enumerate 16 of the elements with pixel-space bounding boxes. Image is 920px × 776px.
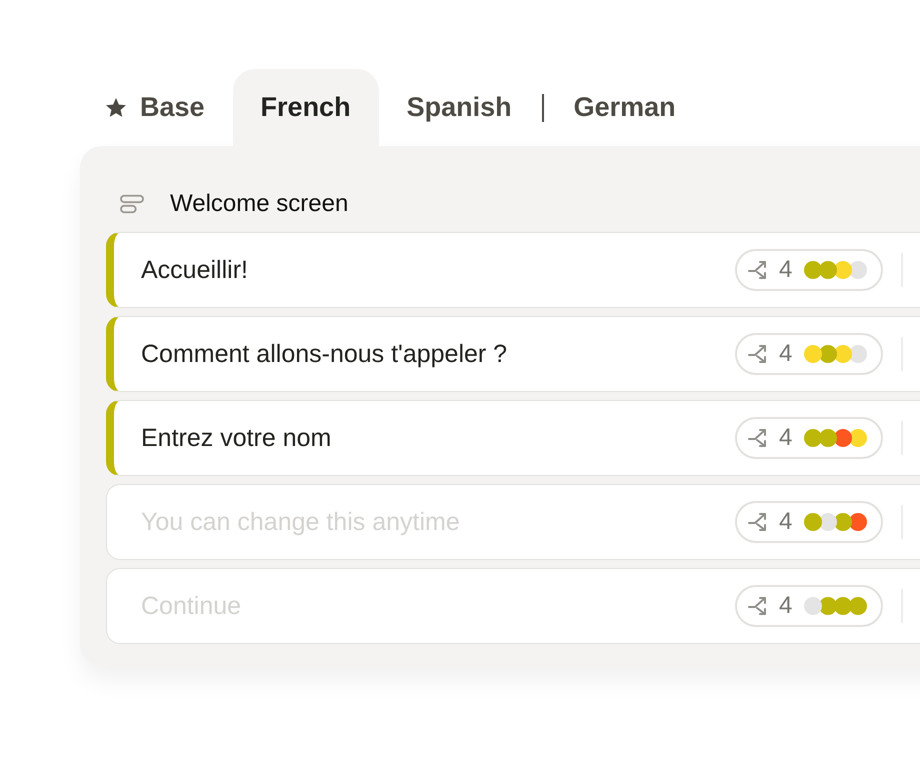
string-row[interactable]: Accueillir! 4 [106,232,920,308]
row-text: Comment allons-nous t'appeler ? [141,340,508,368]
variant-badge[interactable]: 4 [735,249,883,291]
variant-badge[interactable]: 4 [735,585,883,627]
section-title: Welcome screen [170,190,348,218]
variant-badge[interactable]: 4 [735,417,883,459]
language-tab[interactable]: German [546,69,704,146]
language-tab[interactable]: Spanish [378,69,540,146]
row-text: Accueillir! [141,256,249,284]
language-tab[interactable]: French [232,69,379,146]
string-row[interactable]: Entrez votre nom 4 [106,400,920,476]
string-row[interactable]: Comment allons-nous t'appeler ? 4 [106,316,920,392]
language-tab[interactable]: Base [90,69,233,146]
variant-badge[interactable]: 4 [735,333,883,375]
row-text: Entrez votre nom [141,424,332,452]
variant-badge[interactable]: 4 [735,501,883,543]
